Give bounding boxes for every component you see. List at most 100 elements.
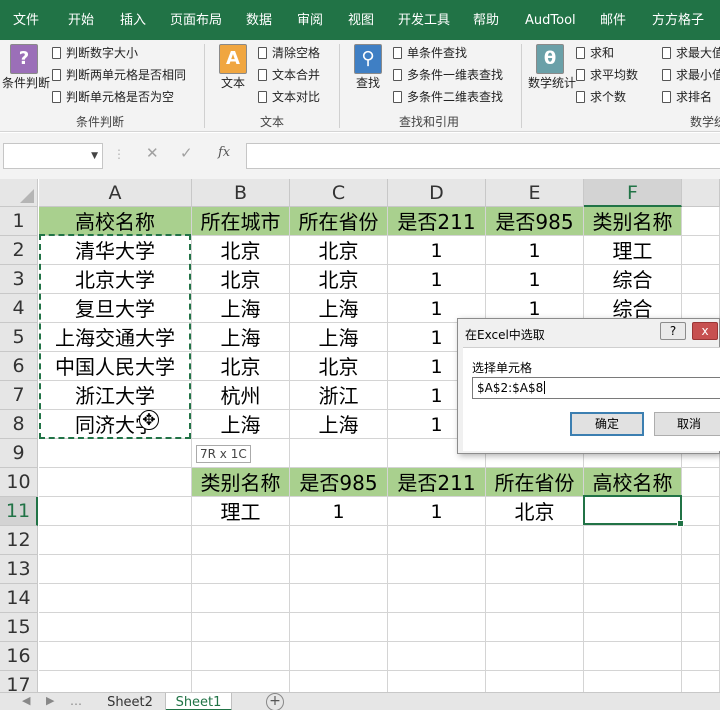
- column-header-e[interactable]: E: [486, 179, 584, 207]
- row-header-15[interactable]: 15: [0, 613, 38, 642]
- table-cell[interactable]: 上海: [290, 323, 388, 352]
- cell[interactable]: [584, 584, 682, 613]
- ok-button[interactable]: 确定: [570, 412, 644, 436]
- condition-judge-button[interactable]: ? 条件判断: [2, 44, 50, 110]
- column-header-a[interactable]: A: [39, 179, 192, 207]
- cell[interactable]: [682, 642, 720, 671]
- cell[interactable]: [486, 584, 584, 613]
- table-cell[interactable]: 杭州: [192, 381, 290, 410]
- row-header-9[interactable]: 9: [0, 439, 38, 468]
- row-header-8[interactable]: 8: [0, 410, 38, 439]
- row-header-7[interactable]: 7: [0, 381, 38, 410]
- cell[interactable]: [388, 526, 486, 555]
- table-header-cell[interactable]: 是否211: [388, 207, 486, 236]
- row-header-16[interactable]: 16: [0, 642, 38, 671]
- judge-number-size-button[interactable]: 判断数字大小: [52, 43, 138, 63]
- row-header-12[interactable]: 12: [0, 526, 38, 555]
- cell[interactable]: [584, 671, 682, 692]
- row-header-2[interactable]: 2: [0, 236, 38, 265]
- cell[interactable]: [192, 526, 290, 555]
- tab-help[interactable]: 帮助: [473, 0, 499, 40]
- close-icon[interactable]: x: [692, 322, 718, 340]
- table-cell[interactable]: 复旦大学: [39, 294, 192, 323]
- single-condition-lookup-button[interactable]: 单条件查找: [393, 43, 467, 63]
- min-button[interactable]: 求最小值: [662, 65, 720, 85]
- query-value-cell[interactable]: 1: [290, 497, 388, 526]
- cell[interactable]: [682, 671, 720, 692]
- table-cell[interactable]: 上海: [290, 294, 388, 323]
- cancel-icon[interactable]: ✕: [146, 144, 159, 162]
- chevron-down-icon[interactable]: ▼: [91, 151, 98, 161]
- cell[interactable]: [388, 584, 486, 613]
- insert-function-icon[interactable]: fx: [218, 145, 230, 160]
- cell[interactable]: [290, 555, 388, 584]
- table-cell[interactable]: 北京: [290, 265, 388, 294]
- scroll-left-icon[interactable]: ◀: [22, 694, 30, 707]
- column-header-c[interactable]: C: [290, 179, 388, 207]
- cell[interactable]: [290, 439, 388, 468]
- cell[interactable]: [486, 671, 584, 692]
- cell[interactable]: [584, 526, 682, 555]
- judge-cell-empty-button[interactable]: 判断单元格是否为空: [52, 87, 174, 107]
- row-header-5[interactable]: 5: [0, 323, 38, 352]
- table-header-cell[interactable]: 所在省份: [290, 207, 388, 236]
- table-cell[interactable]: 浙江大学: [39, 381, 192, 410]
- cell[interactable]: [682, 468, 720, 497]
- column-header-b[interactable]: B: [192, 179, 290, 207]
- cell[interactable]: [388, 671, 486, 692]
- cell[interactable]: [682, 613, 720, 642]
- row-header-4[interactable]: 4: [0, 294, 38, 323]
- select-all-corner[interactable]: [0, 179, 38, 207]
- cell[interactable]: [486, 613, 584, 642]
- cell[interactable]: [290, 526, 388, 555]
- cell[interactable]: [584, 613, 682, 642]
- cell[interactable]: [682, 497, 720, 526]
- cell[interactable]: [290, 584, 388, 613]
- table-header-cell[interactable]: 类别名称: [584, 207, 682, 236]
- cell[interactable]: [192, 584, 290, 613]
- column-header-d[interactable]: D: [388, 179, 486, 207]
- range-input[interactable]: $A$2:$A$8: [472, 377, 720, 399]
- cell[interactable]: [584, 555, 682, 584]
- table-cell[interactable]: 综合: [584, 265, 682, 294]
- table-cell[interactable]: 同济大学: [39, 410, 192, 439]
- row-header-6[interactable]: 6: [0, 352, 38, 381]
- row-header-17[interactable]: 17: [0, 671, 38, 692]
- cell[interactable]: [682, 207, 720, 236]
- table-cell[interactable]: 上海: [290, 410, 388, 439]
- row-header-11[interactable]: 11: [0, 497, 38, 526]
- cell[interactable]: [290, 642, 388, 671]
- query-header-cell[interactable]: 所在省份: [486, 468, 584, 497]
- cell[interactable]: [682, 265, 720, 294]
- cell[interactable]: [39, 439, 192, 468]
- table-cell[interactable]: 上海: [192, 410, 290, 439]
- cell[interactable]: [39, 584, 192, 613]
- tab-mail[interactable]: 邮件: [600, 0, 626, 40]
- table-cell[interactable]: 上海: [192, 323, 290, 352]
- sum-button[interactable]: 求和: [576, 43, 614, 63]
- formula-input[interactable]: [246, 143, 720, 169]
- row-header-10[interactable]: 10: [0, 468, 38, 497]
- help-icon[interactable]: ?: [660, 322, 686, 340]
- cell[interactable]: [486, 526, 584, 555]
- cell[interactable]: [388, 555, 486, 584]
- judge-cells-same-button[interactable]: 判断两单元格是否相同: [52, 65, 186, 85]
- tab-view[interactable]: 视图: [348, 0, 374, 40]
- cell[interactable]: [584, 642, 682, 671]
- table-cell[interactable]: 1: [486, 265, 584, 294]
- cell[interactable]: [192, 671, 290, 692]
- cell[interactable]: [192, 613, 290, 642]
- table-cell[interactable]: 理工: [584, 236, 682, 265]
- text-button[interactable]: A 文本: [211, 44, 255, 110]
- text-compare-button[interactable]: 文本对比: [258, 87, 320, 107]
- cell[interactable]: [290, 613, 388, 642]
- table-cell[interactable]: 北京: [290, 352, 388, 381]
- query-header-cell[interactable]: 类别名称: [192, 468, 290, 497]
- multi-condition-1d-lookup-button[interactable]: 多条件一维表查找: [393, 65, 503, 85]
- sheet-tab-sheet1[interactable]: Sheet1: [166, 693, 232, 710]
- tab-home[interactable]: 开始: [68, 0, 94, 40]
- row-header-3[interactable]: 3: [0, 265, 38, 294]
- tab-page-layout[interactable]: 页面布局: [170, 0, 222, 40]
- tab-developer[interactable]: 开发工具: [398, 0, 450, 40]
- count-button[interactable]: 求个数: [576, 87, 626, 107]
